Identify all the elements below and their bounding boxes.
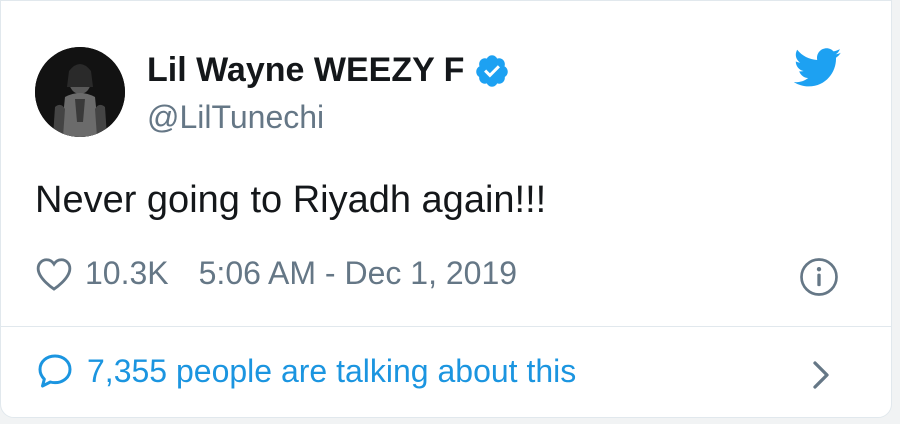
divider bbox=[1, 326, 891, 327]
like-count[interactable]: 10.3K bbox=[85, 255, 169, 292]
heart-icon[interactable] bbox=[35, 256, 73, 292]
conversation-count[interactable]: 7,355 people are talking about this bbox=[87, 353, 576, 390]
twitter-bird-icon[interactable] bbox=[794, 48, 842, 88]
author-name[interactable]: Lil Wayne WEEZY F bbox=[147, 51, 464, 90]
speech-bubble-icon bbox=[38, 354, 72, 388]
author-name-row[interactable]: Lil Wayne WEEZY F bbox=[147, 51, 510, 90]
tweet-text: Never going to Riyadh again!!! bbox=[35, 179, 547, 221]
tweet-meta: 10.3K 5:06 AM - Dec 1, 2019 bbox=[35, 255, 517, 292]
conversation-link[interactable]: 7,355 people are talking about this bbox=[35, 351, 576, 391]
info-icon[interactable] bbox=[799, 257, 839, 297]
avatar[interactable] bbox=[35, 47, 125, 137]
tweet-card[interactable]: Lil Wayne WEEZY F @LilTunechi Never goin… bbox=[0, 0, 892, 418]
verified-badge-icon bbox=[476, 54, 509, 87]
avatar-image bbox=[35, 47, 125, 137]
author-handle[interactable]: @LilTunechi bbox=[147, 99, 324, 136]
tweet-timestamp[interactable]: 5:06 AM - Dec 1, 2019 bbox=[199, 255, 517, 292]
chevron-right-icon[interactable] bbox=[807, 357, 835, 393]
